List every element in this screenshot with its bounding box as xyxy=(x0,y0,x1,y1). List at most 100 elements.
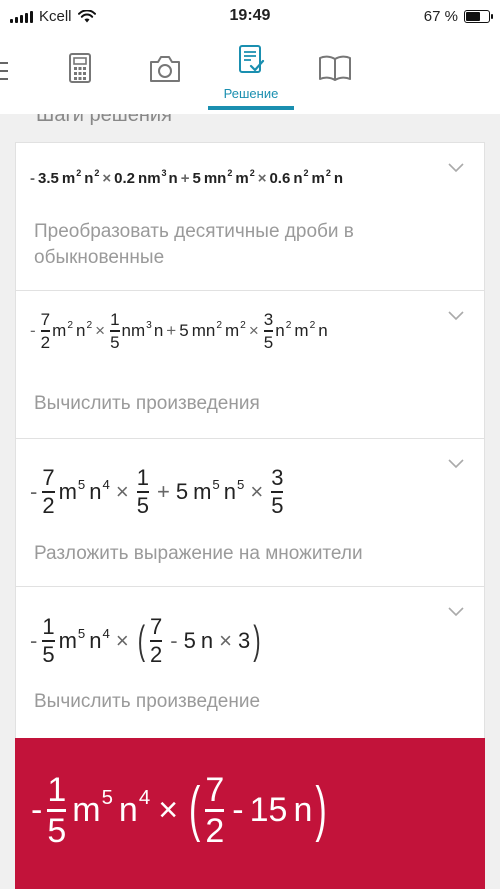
fraction: 72 xyxy=(205,770,225,850)
step-description: Преобразовать десятичные дроби в обыкнов… xyxy=(34,221,354,268)
numerator: 1 xyxy=(47,770,67,809)
denominator: 5 xyxy=(263,333,274,352)
step-card[interactable]: - 15 m5 n4 × ( 72 - 5 n × 3 ) Вычислить … xyxy=(15,586,485,739)
numerator: 3 xyxy=(271,465,284,490)
exponent: 2 xyxy=(309,319,316,331)
step-description: Разложить выражение на множители xyxy=(34,543,363,564)
variable: n xyxy=(293,790,313,829)
left-paren: ( xyxy=(137,617,146,663)
minus-sign: - xyxy=(30,321,36,340)
numerator: 1 xyxy=(42,614,55,639)
variable: n xyxy=(275,321,285,340)
variable: n xyxy=(223,479,236,504)
step-description: Вычислить произведение xyxy=(34,691,261,712)
coefficient: 0.6 xyxy=(269,169,291,187)
exponent: 2 xyxy=(285,319,292,331)
chevron-down-icon[interactable] xyxy=(448,459,464,469)
right-paren: ) xyxy=(253,617,261,663)
variable: m xyxy=(58,479,77,504)
times-sign: × xyxy=(158,790,179,829)
exponent: 5 xyxy=(77,626,86,642)
denominator: 2 xyxy=(150,642,163,667)
variable: n xyxy=(200,628,214,653)
exponent: 5 xyxy=(236,477,245,493)
variable: n xyxy=(153,321,164,340)
exponent: 2 xyxy=(325,168,331,179)
right-paren: ) xyxy=(315,774,327,844)
plus-sign: + xyxy=(166,321,177,340)
exponent: 2 xyxy=(94,168,100,179)
battery-group: 67 % xyxy=(424,8,493,25)
step-expression: - 15 m5 n4 × ( 72 - 5 n × 3 ) xyxy=(30,609,264,673)
variable: n xyxy=(89,479,102,504)
tab-book[interactable] xyxy=(295,34,375,114)
variable: mn xyxy=(191,321,216,340)
fraction: 15 xyxy=(47,770,67,848)
variable: nm xyxy=(138,169,161,187)
times-sign: × xyxy=(219,628,232,653)
variable: n xyxy=(75,321,86,340)
chevron-down-icon[interactable] xyxy=(448,163,464,173)
numerator: 7 xyxy=(205,770,225,809)
exponent: 5 xyxy=(212,477,220,493)
exponent: 5 xyxy=(101,787,113,810)
step-card[interactable]: - 72 m2 n2 × 15 nm 3 n + 5 mn 2 m2 × 35 n2… xyxy=(15,290,485,439)
top-nav: Решение xyxy=(0,34,500,114)
exponent: 2 xyxy=(240,319,246,331)
coefficient: 5 xyxy=(183,628,196,653)
coefficient: 3 xyxy=(237,628,251,653)
coefficient: 0.2 xyxy=(114,169,136,187)
coefficient: 5 xyxy=(192,169,201,187)
denominator: 2 xyxy=(42,493,55,518)
solution-document-icon xyxy=(239,45,265,73)
exponent: 4 xyxy=(102,626,110,642)
times-sign: × xyxy=(257,169,267,187)
variable: n xyxy=(84,169,94,187)
times-sign: × xyxy=(250,479,264,504)
step-expression: - 3.5 m2 n2 × 0.2 nm 3 n + 5 mn 2 m2 × 0.6… xyxy=(30,163,343,193)
times-sign: × xyxy=(248,321,259,340)
exponent: 2 xyxy=(76,168,82,179)
denominator: 5 xyxy=(271,493,284,518)
chevron-down-icon[interactable] xyxy=(448,311,464,321)
variable: n xyxy=(333,169,344,187)
step-card[interactable]: - 3.5 m2 n2 × 0.2 nm 3 n + 5 mn 2 m2 × 0.6… xyxy=(15,142,485,291)
solution-steps: Шаги решения - 3.5 m2 n2 × 0.2 nm 3 n + 5… xyxy=(0,114,500,889)
tab-camera[interactable] xyxy=(125,34,205,114)
step-description: Вычислить произведения xyxy=(34,393,260,414)
exponent: 2 xyxy=(67,319,73,331)
menu-icon[interactable] xyxy=(0,60,10,82)
denominator: 5 xyxy=(136,493,149,518)
minus-sign: - xyxy=(170,628,178,653)
fraction: 72 xyxy=(42,467,55,518)
exponent: 3 xyxy=(161,168,167,179)
chevron-down-icon[interactable] xyxy=(448,607,464,617)
tab-calculator[interactable] xyxy=(40,34,120,114)
variable: m xyxy=(72,790,101,829)
variable: m xyxy=(193,479,212,504)
tab-solution[interactable]: Решение xyxy=(208,34,294,114)
exponent: 4 xyxy=(102,477,110,493)
result-card: - 15 m5 n4 × ( 72 - 15 n ) xyxy=(15,738,485,889)
coefficient: 15 xyxy=(249,790,288,829)
denominator: 2 xyxy=(40,333,51,352)
camera-icon xyxy=(150,56,180,82)
left-paren: ( xyxy=(189,774,201,844)
result-expression: - 15 m5 n4 × ( 72 - 15 n ) xyxy=(31,762,330,858)
exponent: 2 xyxy=(303,168,309,179)
variable: nm xyxy=(121,321,146,340)
battery-icon xyxy=(464,10,493,23)
numerator: 7 xyxy=(150,614,163,639)
numerator: 1 xyxy=(110,310,120,329)
step-card[interactable]: - 72 m5 n4 × 15 + 5 m5 n5 × 35 Разложить… xyxy=(15,438,485,587)
fraction: 15 xyxy=(110,310,120,351)
variable: n xyxy=(168,169,178,187)
calculator-icon xyxy=(69,53,91,83)
times-sign: × xyxy=(115,628,129,653)
denominator: 2 xyxy=(205,811,225,850)
exponent: 2 xyxy=(227,168,233,179)
exponent: 4 xyxy=(138,787,151,810)
times-sign: × xyxy=(115,479,129,504)
active-tab-indicator xyxy=(208,106,294,110)
minus-sign: - xyxy=(30,169,35,187)
